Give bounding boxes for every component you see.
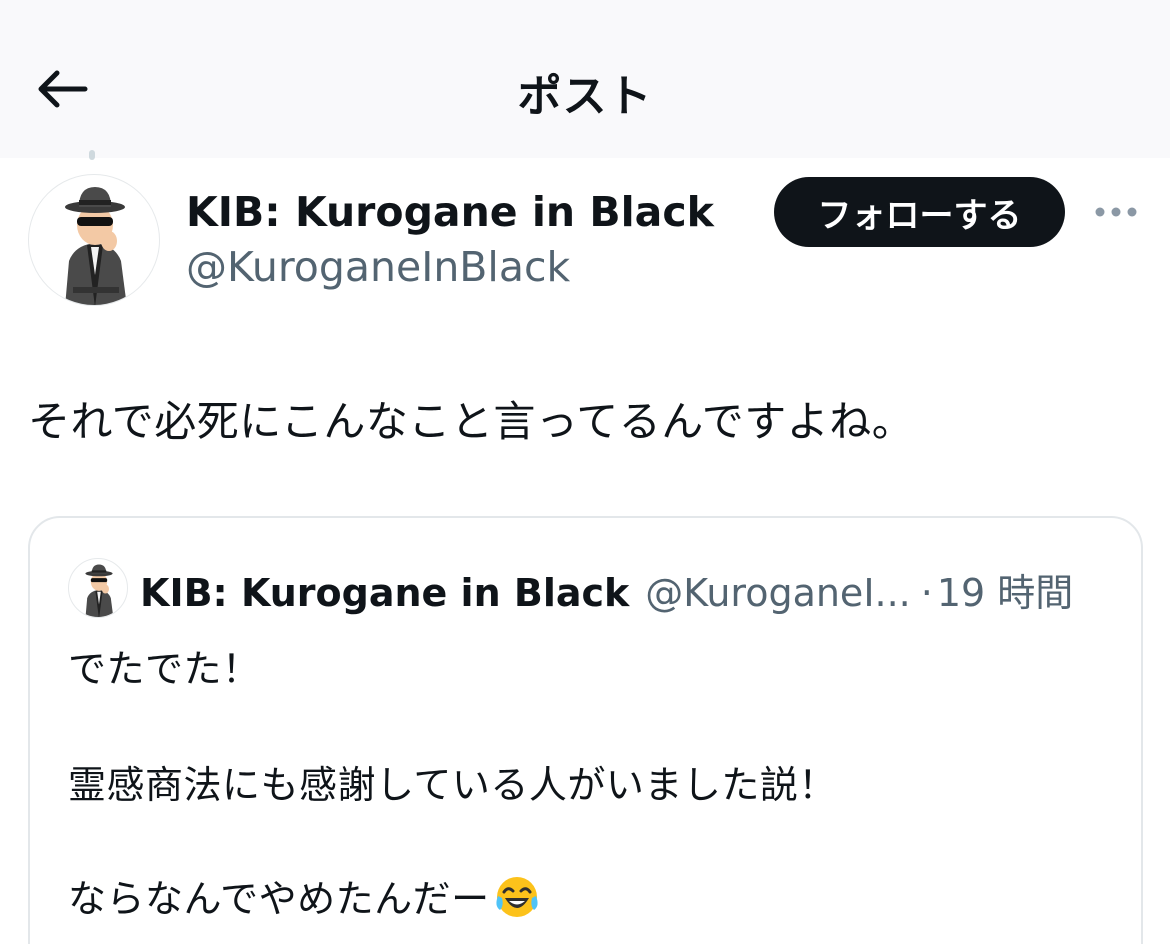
quoted-display-name: KIB: Kurogane in Black: [140, 571, 630, 615]
post-page: ポスト KIB: Kurogane in Black @KuroganeInBl…: [0, 0, 1170, 944]
quoted-text-line: 霊感商法にも感謝している人がいました説！: [68, 763, 837, 807]
more-button[interactable]: [1088, 195, 1144, 229]
quoted-text-content: ならなんでやめたんだー: [68, 877, 490, 921]
spy-avatar-icon: [65, 187, 127, 305]
author-display-name[interactable]: KIB: Kurogane in Black: [186, 188, 714, 236]
quoted-avatar: [68, 558, 128, 618]
quoted-handle: @KuroganeI...: [645, 571, 911, 615]
spy-avatar-icon: [85, 564, 114, 617]
quoted-header: KIB: Kurogane in Black @KuroganeI... · 1…: [140, 562, 1073, 617]
quoted-timestamp: 19 時間: [936, 571, 1074, 615]
more-horizontal-icon: [1095, 207, 1137, 217]
thread-connector: [89, 150, 95, 160]
tweet-text: それで必死にこんなこと言ってるんですよね。: [28, 397, 915, 446]
top-bar: ポスト: [0, 0, 1170, 158]
author-handle[interactable]: @KuroganeInBlack: [186, 243, 570, 291]
follow-button[interactable]: フォローする: [774, 177, 1065, 247]
quoted-text-line: ならなんでやめたんだー: [68, 868, 540, 929]
page-title: ポスト: [517, 71, 653, 122]
quoted-text-line: でたでた！: [68, 647, 261, 691]
avatar[interactable]: [28, 174, 160, 306]
tears-of-joy-emoji-icon: [494, 874, 540, 929]
quoted-tweet[interactable]: KIB: Kurogane in Black @KuroganeI... · 1…: [28, 516, 1143, 944]
quoted-separator: ·: [920, 571, 933, 615]
